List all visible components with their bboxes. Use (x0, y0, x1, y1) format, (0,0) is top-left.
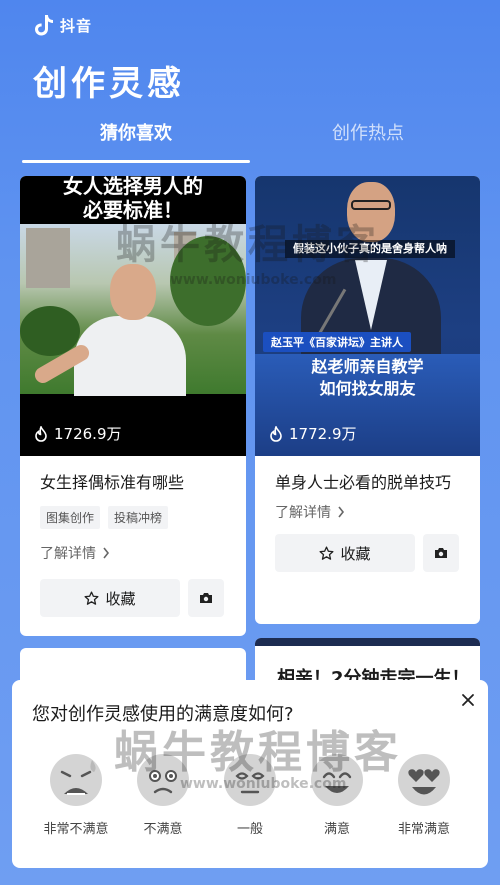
app-header: 抖音 (34, 14, 92, 36)
thumbnail-person-glasses (351, 200, 391, 210)
star-icon (84, 590, 100, 605)
rating-unsatisfied[interactable]: 不满意 (123, 752, 203, 837)
camera-icon (435, 548, 447, 558)
thumbnail-person-head (110, 264, 156, 320)
favorite-label: 收藏 (340, 544, 371, 563)
inspiration-card[interactable]: 假装这小伙子真的是舍身帮人呐 赵玉平《百家讲坛》主讲人 赵老师亲自教学 如何找女… (255, 176, 480, 624)
rating-neutral[interactable]: 一般 (210, 752, 290, 837)
satisfaction-survey: 您对创作灵感使用的满意度如何? 非常不满意 不满意 一般 满意 非常满意 (12, 680, 488, 868)
thumbnail-person-head (347, 182, 395, 242)
tab-guess-you-like[interactable]: 猜你喜欢 (22, 118, 250, 150)
tab-creation-hotspots[interactable]: 创作热点 (254, 118, 482, 150)
play-count: 1772.9万 (269, 423, 357, 444)
app-name: 抖音 (60, 16, 93, 35)
tag-list: 图集创作 投稿冲榜 (40, 506, 226, 529)
thumbnail-building (26, 228, 70, 288)
thumbnail-person (74, 316, 186, 396)
rating-label: 非常满意 (397, 822, 450, 837)
learn-more-link[interactable]: 了解详情 (275, 502, 460, 522)
rating-label: 满意 (323, 822, 350, 837)
tag[interactable]: 图集创作 (40, 506, 101, 529)
tag[interactable]: 投稿冲榜 (108, 506, 169, 529)
card-actions: 收藏 (40, 579, 226, 617)
thumbnail-caption: 女人选择男人的 (63, 176, 203, 198)
inspiration-card[interactable]: 女人选择男人的 必要标准！ 1726.9万 女生择偶标准有哪些 图集创作 投稿冲… (20, 176, 246, 636)
learn-more-label: 了解详情 (275, 505, 331, 521)
close-icon[interactable] (460, 692, 476, 708)
rating-very-satisfied[interactable]: 非常满意 (384, 752, 464, 837)
douyin-logo-icon (35, 15, 53, 36)
tab-bar: 猜你喜欢 创作热点 (22, 118, 482, 164)
shoot-button[interactable] (423, 534, 459, 572)
card-actions: 收藏 (275, 534, 460, 572)
page-title: 创作灵感 (33, 64, 185, 104)
favorite-label: 收藏 (105, 589, 136, 608)
star-icon (319, 545, 335, 560)
survey-question: 您对创作灵感使用的满意度如何? (32, 704, 294, 725)
shoot-button[interactable] (188, 579, 224, 617)
card-title[interactable]: 单身人士必看的脱单技巧 (275, 470, 460, 496)
flame-icon (35, 425, 47, 442)
learn-more-label: 了解详情 (40, 546, 96, 562)
favorite-button[interactable]: 收藏 (40, 579, 180, 617)
thumbnail-top-bar (255, 638, 480, 646)
thumbnail-name-tag: 赵玉平《百家讲坛》主讲人 (263, 332, 411, 352)
chevron-right-icon (103, 547, 110, 559)
thumbnail-caption: 必要标准！ (83, 198, 183, 222)
neutral-face-icon (224, 754, 276, 806)
chevron-right-icon (338, 506, 345, 518)
active-tab-indicator (22, 160, 250, 163)
flame-icon (270, 425, 282, 442)
rating-label: 非常不满意 (43, 822, 109, 837)
video-thumbnail[interactable]: 假装这小伙子真的是舍身帮人呐 赵玉平《百家讲坛》主讲人 赵老师亲自教学 如何找女… (255, 176, 480, 456)
camera-icon (200, 593, 212, 603)
card-body: 单身人士必看的脱单技巧 了解详情 收藏 (255, 456, 480, 572)
play-count-value: 1726.9万 (54, 425, 122, 443)
video-thumbnail[interactable]: 女人选择男人的 必要标准！ 1726.9万 (20, 176, 246, 456)
play-count: 1726.9万 (34, 423, 122, 444)
learn-more-link[interactable]: 了解详情 (40, 543, 226, 563)
thumbnail-caption: 赵老师亲自教学 (311, 357, 424, 376)
very-satisfied-face-icon (398, 754, 450, 806)
thumbnail-tree (170, 236, 246, 326)
card-body: 女生择偶标准有哪些 图集创作 投稿冲榜 了解详情 收藏 (20, 456, 246, 617)
rating-options: 非常不满意 不满意 一般 满意 非常满意 (22, 752, 478, 837)
satisfied-face-icon (311, 754, 363, 806)
play-count-value: 1772.9万 (289, 425, 357, 443)
card-title[interactable]: 女生择偶标准有哪些 (40, 470, 226, 496)
rating-label: 不满意 (143, 822, 183, 837)
rating-label: 一般 (236, 822, 263, 837)
rating-satisfied[interactable]: 满意 (297, 752, 377, 837)
very-unsatisfied-face-icon (50, 754, 102, 806)
rating-very-unsatisfied[interactable]: 非常不满意 (36, 752, 116, 837)
favorite-button[interactable]: 收藏 (275, 534, 415, 572)
thumbnail-caption: 如何找女朋友 (319, 379, 416, 398)
unsatisfied-face-icon (137, 754, 189, 806)
thumbnail-subtitle: 假装这小伙子真的是舍身帮人呐 (285, 240, 455, 258)
